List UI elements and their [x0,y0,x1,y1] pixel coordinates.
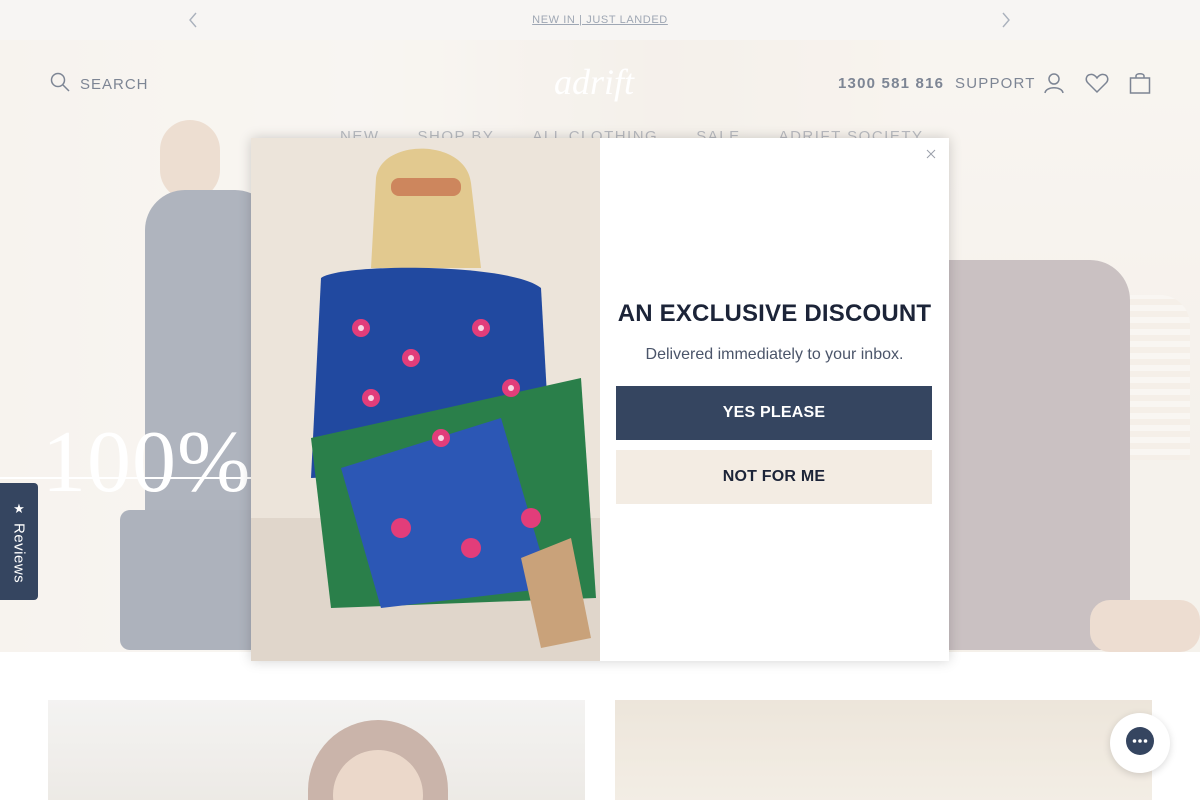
yes-please-button[interactable]: YES PLEASE [616,386,932,440]
discount-modal: AN EXCLUSIVE DISCOUNT Delivered immediat… [251,138,949,661]
star-icon: ★ [13,501,25,516]
modal-model-image [251,138,600,661]
modal-subtitle: Delivered immediately to your inbox. [645,346,904,363]
close-icon[interactable] [923,146,939,162]
chat-icon [1125,726,1155,761]
reviews-tab[interactable]: ★ Reviews [0,483,38,600]
reviews-label: Reviews [10,523,28,584]
modal-title: AN EXCLUSIVE DISCOUNT [617,300,932,327]
modal-content: AN EXCLUSIVE DISCOUNT Delivered immediat… [600,138,949,661]
not-for-me-button[interactable]: NOT FOR ME [616,450,932,504]
chat-button[interactable] [1110,713,1170,773]
